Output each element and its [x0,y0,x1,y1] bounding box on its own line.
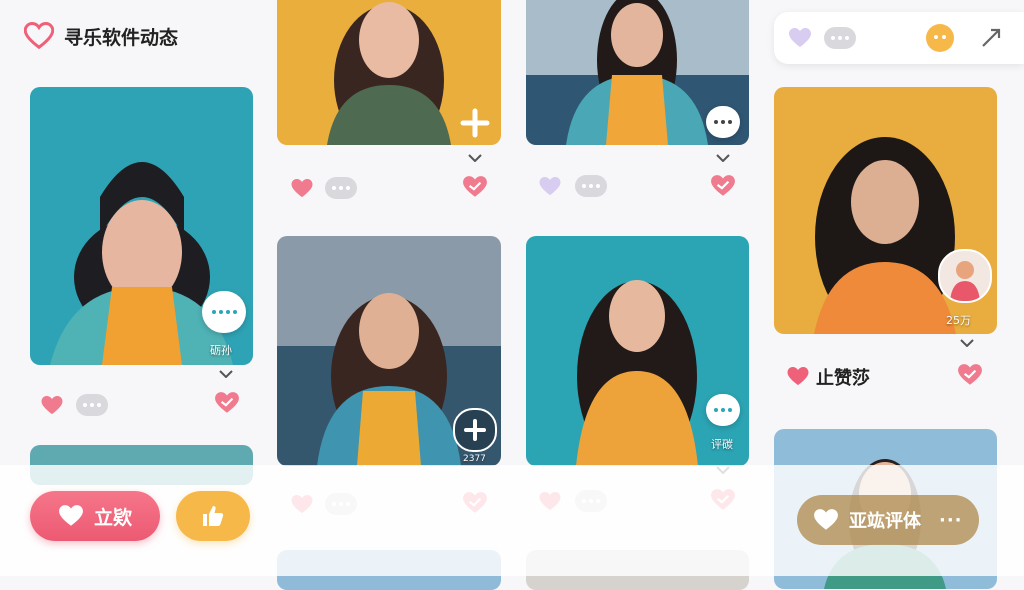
like-button[interactable]: 立欵 [30,491,160,541]
portrait-image [526,236,749,466]
more-icon[interactable]: ··· [939,510,963,531]
photo-card[interactable] [277,0,501,145]
app-header: 寻乐软件动态 [24,22,178,50]
card-caption: 2377 [463,454,486,464]
like-button-label: 立欵 [93,506,132,529]
heart-logo-icon [24,22,54,50]
chevron-down-icon[interactable] [219,370,233,378]
card-caption: 砺孙 [210,344,232,357]
heart-icon[interactable] [788,27,812,49]
heart-icon[interactable] [290,178,314,199]
comment-bubble-icon[interactable] [76,394,108,416]
expand-icon[interactable] [979,26,1003,50]
heart-icon [814,509,838,530]
app-title: 寻乐软件动态 [64,26,179,49]
plus-icon[interactable] [459,107,491,139]
photo-card[interactable] [526,0,749,145]
comment-bubble-icon[interactable] [202,291,246,333]
heart-check-icon[interactable] [710,174,736,198]
heart-check-icon[interactable] [462,175,488,199]
thumbs-up-icon [203,506,224,526]
heart-check-icon[interactable] [214,391,240,415]
comment-button-label: 亚竑评体 [849,511,921,532]
card-caption: 评碳 [711,438,733,451]
thumbs-up-button[interactable] [176,491,250,541]
emoji-icon[interactable] [926,24,954,52]
heart-check-icon[interactable] [957,363,983,387]
heart-icon[interactable] [40,395,64,416]
plus-icon[interactable] [453,408,497,452]
photo-card[interactable]: 评碳 [526,236,749,466]
profile-name[interactable]: 止赞莎 [816,364,870,390]
comment-bubble-icon[interactable] [706,106,740,138]
chevron-down-icon[interactable] [960,339,974,347]
avatar[interactable] [938,249,992,303]
heart-icon[interactable] [538,176,562,197]
comment-bubble-icon[interactable] [824,27,856,49]
comment-button[interactable]: 亚竑评体 ··· [797,495,979,545]
photo-card[interactable]: 25万 [774,87,997,334]
comment-bubble-icon[interactable] [575,175,607,197]
heart-icon [59,505,83,526]
top-toolbar [774,12,1024,64]
comment-bubble-icon[interactable] [325,177,357,199]
chevron-down-icon[interactable] [716,154,730,162]
card-caption: 25万 [946,314,971,327]
comment-bubble-icon[interactable] [706,394,740,426]
photo-card[interactable]: 砺孙 [30,87,253,365]
heart-icon[interactable] [786,366,810,387]
photo-card[interactable]: 2377 [277,236,501,466]
chevron-down-icon[interactable] [468,154,482,162]
